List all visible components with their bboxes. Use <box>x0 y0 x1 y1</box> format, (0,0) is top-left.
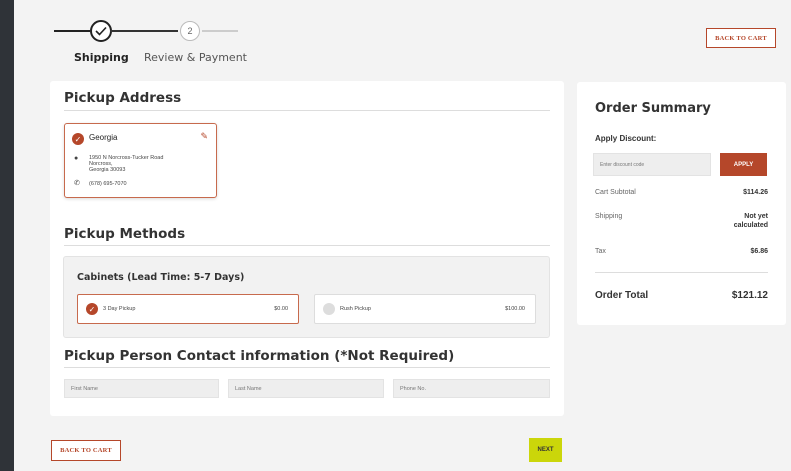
cabinets-lead-time: Cabinets (Lead Time: 5-7 Days) <box>77 272 245 283</box>
apply-discount-button[interactable]: APPLY <box>720 153 767 176</box>
tax-value: $6.86 <box>750 248 768 255</box>
divider <box>64 110 550 111</box>
contact-info-title: Pickup Person Contact information (*Not … <box>64 348 455 364</box>
order-total-value: $121.12 <box>731 290 768 301</box>
checkout-page: 2 Shipping Review & Payment BACK TO CART… <box>14 0 791 471</box>
location-pin-icon: ● <box>74 155 79 162</box>
order-total-label: Order Total <box>595 290 649 301</box>
left-dark-border <box>0 0 14 471</box>
unselected-radio-icon <box>323 303 335 315</box>
option-3-day-pickup[interactable]: ✓ 3 Day Pickup $0.00 <box>77 294 299 324</box>
address-name: Georgia <box>89 133 118 142</box>
stepper-line <box>54 30 90 32</box>
phone-input[interactable]: Phone No. <box>393 379 550 398</box>
last-name-input[interactable]: Last Name <box>228 379 384 398</box>
back-to-cart-button[interactable]: BACK TO CART <box>706 28 776 48</box>
option-label: 3 Day Pickup <box>103 306 136 312</box>
apply-discount-label: Apply Discount: <box>595 134 657 143</box>
step-2-label: Review & Payment <box>144 51 247 64</box>
stepper-line <box>110 30 178 32</box>
shipping-value-line-1: Not yet <box>744 213 768 220</box>
option-rush-pickup[interactable]: Rush Pickup $100.00 <box>314 294 536 324</box>
order-summary-title: Order Summary <box>595 101 711 116</box>
shipping-label: Shipping <box>595 213 623 220</box>
pickup-address-title: Pickup Address <box>64 90 182 106</box>
option-label: Rush Pickup <box>340 306 371 312</box>
shipping-card: Pickup Address ✓ Georgia ✎ ● 1950 N Norc… <box>50 81 564 416</box>
next-button[interactable]: NEXT <box>529 438 562 462</box>
pickup-methods-title: Pickup Methods <box>64 226 186 242</box>
divider <box>64 245 550 246</box>
shipping-value-line-2: calculated <box>733 222 768 229</box>
edit-pencil-icon[interactable]: ✎ <box>200 131 208 142</box>
step-1-complete-check-icon <box>90 20 112 42</box>
divider <box>64 367 550 368</box>
address-phone: (678) 695-7070 <box>89 181 127 187</box>
stepper-line <box>202 30 238 32</box>
back-to-cart-bottom-button[interactable]: BACK TO CART <box>51 440 121 461</box>
step-2-number: 2 <box>180 21 200 41</box>
step-1-label: Shipping <box>74 51 129 64</box>
option-price: $100.00 <box>505 306 525 312</box>
phone-icon: ✆ <box>74 180 80 187</box>
checkout-stepper: 2 Shipping Review & Payment <box>54 8 354 68</box>
selected-check-icon: ✓ <box>86 303 98 315</box>
option-price: $0.00 <box>274 306 288 312</box>
pickup-address-card[interactable]: ✓ Georgia ✎ ● 1950 N Norcross-Tucker Roa… <box>64 123 217 198</box>
order-summary-card: Order Summary Apply Discount: Enter disc… <box>577 82 786 325</box>
cart-subtotal-value: $114.26 <box>743 189 768 196</box>
selected-check-icon: ✓ <box>72 133 84 145</box>
tax-label: Tax <box>595 248 606 255</box>
cart-subtotal-label: Cart Subtotal <box>595 189 636 196</box>
pickup-methods-box: Cabinets (Lead Time: 5-7 Days) ✓ 3 Day P… <box>63 256 550 338</box>
address-line-3: Georgia 30093 <box>89 167 126 173</box>
discount-code-input[interactable]: Enter discount code <box>593 153 711 176</box>
first-name-input[interactable]: First Name <box>64 379 219 398</box>
divider <box>595 272 768 273</box>
